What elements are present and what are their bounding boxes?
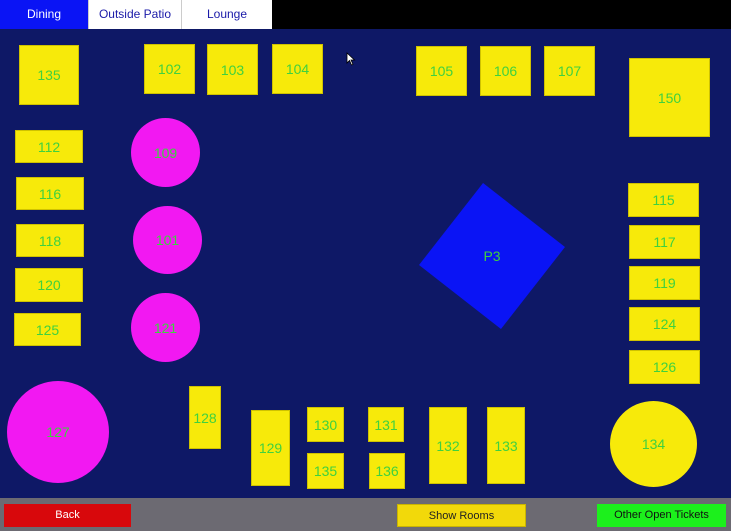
tab-lounge[interactable]: Lounge (181, 0, 272, 29)
table-119[interactable]: 119 (629, 266, 700, 300)
table-117[interactable]: 117 (629, 225, 700, 259)
table-125[interactable]: 125 (14, 313, 81, 346)
back-button[interactable]: Back (4, 504, 131, 527)
mouse-cursor-icon (346, 52, 356, 66)
bottom-action-bar: Back Show Rooms Other Open Tickets (0, 498, 731, 531)
table-115[interactable]: 115 (628, 183, 699, 217)
room-tabs: Dining Outside Patio Lounge (0, 0, 731, 29)
table-136[interactable]: 136 (369, 453, 405, 489)
table-127[interactable]: 127 (7, 381, 109, 483)
table-112[interactable]: 112 (15, 130, 83, 163)
table-106[interactable]: 106 (480, 46, 531, 96)
table-130[interactable]: 130 (307, 407, 344, 442)
table-121[interactable]: 121 (131, 293, 200, 362)
table-129[interactable]: 129 (251, 410, 290, 486)
table-107[interactable]: 107 (544, 46, 595, 96)
table-120[interactable]: 120 (15, 268, 83, 302)
table-133[interactable]: 133 (487, 407, 525, 484)
table-132[interactable]: 132 (429, 407, 467, 484)
table-101[interactable]: 101 (133, 206, 202, 274)
tab-outside-patio[interactable]: Outside Patio (88, 0, 181, 29)
table-104[interactable]: 104 (272, 44, 323, 94)
table-131[interactable]: 131 (368, 407, 404, 442)
table-135-bottom[interactable]: 135 (307, 453, 344, 489)
table-P3-label: P3 (483, 248, 501, 264)
table-134[interactable]: 134 (610, 401, 697, 487)
table-109[interactable]: 109 (131, 118, 200, 187)
table-135-top[interactable]: 135 (19, 45, 79, 105)
table-124[interactable]: 124 (629, 307, 700, 341)
table-103[interactable]: 103 (207, 44, 258, 95)
table-116[interactable]: 116 (16, 177, 84, 210)
table-150[interactable]: 150 (629, 58, 710, 137)
table-118[interactable]: 118 (16, 224, 84, 257)
table-128[interactable]: 128 (189, 386, 221, 449)
table-126[interactable]: 126 (629, 350, 700, 384)
table-102[interactable]: 102 (144, 44, 195, 94)
tab-dining[interactable]: Dining (0, 0, 88, 29)
table-105[interactable]: 105 (416, 46, 467, 96)
other-open-tickets-button[interactable]: Other Open Tickets (597, 504, 726, 527)
show-rooms-button[interactable]: Show Rooms (397, 504, 526, 527)
